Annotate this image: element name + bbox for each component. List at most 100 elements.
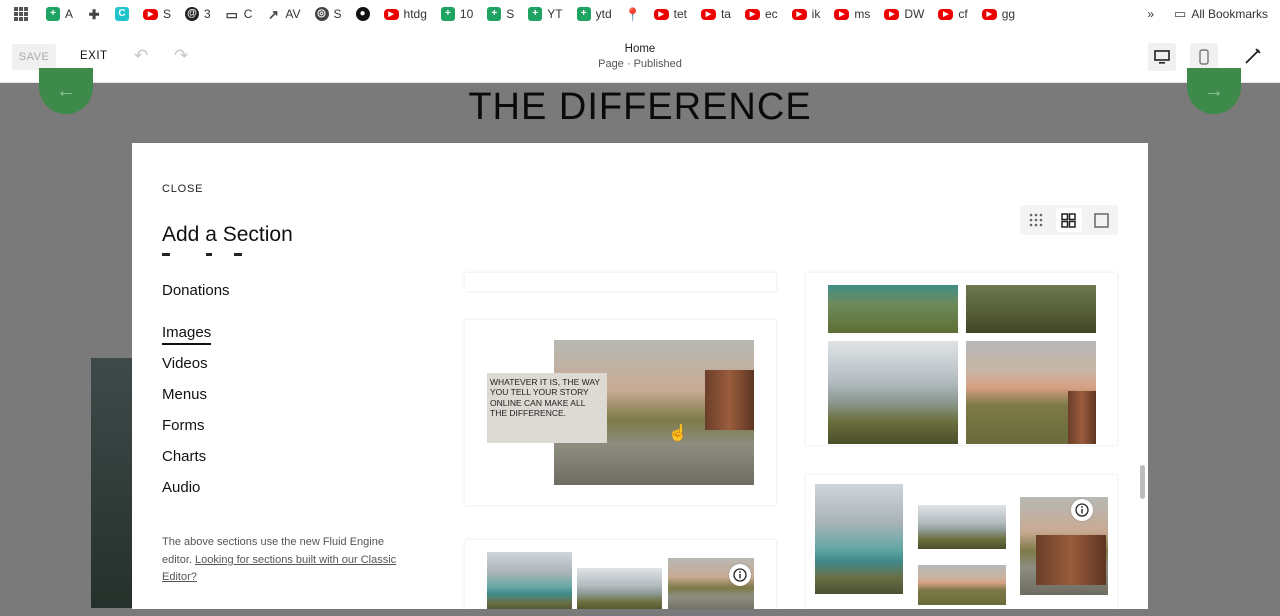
all-bookmarks-button[interactable]: ▭ All Bookmarks [1174,4,1268,24]
bookmark-16[interactable]: ▶ ta [700,4,731,24]
section-quote: Whatever it is, the way you tell your st… [487,373,607,443]
mountain-photo [577,568,662,609]
globe-icon: ◎ [314,7,329,21]
bookmark-14[interactable]: 📍 [624,4,641,24]
github-icon: ● [355,7,370,21]
bookmark-20[interactable]: ▶ DW [884,4,924,24]
desktop-view-icon[interactable] [1148,43,1176,71]
info-icon[interactable] [729,564,751,586]
category-donations[interactable]: Donations [162,280,230,311]
bookmark-label: C [243,7,253,21]
cabin-wall [705,370,754,430]
sheets-icon: + [576,7,591,21]
bookmark-6[interactable]: ↗ AV [266,4,301,24]
bookmark-10[interactable]: +10 [440,4,474,24]
bookmark-label: ik [811,7,821,21]
bookmark-9[interactable]: ▶ htdg [383,4,427,24]
bookmark-19[interactable]: ▶ ms [834,4,870,24]
bookmark-21[interactable]: ▶ cf [938,4,968,24]
layout-toggle [1020,205,1118,235]
threads-icon: @ [185,7,200,21]
bookmark-label: ytd [595,7,612,21]
bookmark-8[interactable]: ● [355,4,370,24]
bookmark-22[interactable]: ▶ gg [981,4,1016,24]
bookmark-13[interactable]: + ytd [576,4,612,24]
classic-editor-link[interactable]: Looking for sections built with our Clas… [162,554,396,584]
bookmark-4[interactable]: @3 [185,4,211,24]
medium-grid-icon[interactable] [1055,208,1082,232]
apps-grid-icon[interactable] [14,4,28,24]
sheets-icon: + [440,7,455,21]
youtube-icon: ▶ [383,8,399,20]
close-button[interactable]: CLOSE [162,183,203,195]
folder-icon: ▭ [225,6,238,22]
bookmark-3[interactable]: ▶ S [143,4,171,24]
bookmark-7[interactable]: ◎ S [314,4,342,24]
section-preview-card[interactable] [806,273,1117,445]
youtube-icon: ▶ [700,8,716,20]
section-preview-card[interactable] [806,475,1117,609]
bookmark-11[interactable]: + S [487,4,514,24]
category-charts[interactable]: Charts [162,446,230,477]
bookmark-label: htdg [403,7,427,21]
bookmark-5[interactable]: ▭ C [225,4,253,24]
paintbrush-icon[interactable] [1240,43,1266,69]
scrollbar[interactable] [1140,465,1145,499]
page-status: Page · Published [598,58,682,70]
sheets-icon: + [528,7,543,21]
category-videos[interactable]: Videos [162,353,230,384]
bookmark-0[interactable]: + A [46,4,73,24]
bookmark-17[interactable]: ▶ ec [744,4,778,24]
bookmark-label: S [506,7,515,21]
youtube-icon: ▶ [938,8,954,20]
pin-icon: 📍 [624,6,641,22]
redo-icon[interactable]: ↷ [174,46,188,66]
sheets-icon: + [46,7,60,21]
bookmark-18[interactable]: ▶ ik [791,4,821,24]
trend-icon: ↗ [267,6,279,22]
mountain-photo [918,505,1006,549]
undo-icon[interactable]: ↶ [134,46,148,66]
sheets-icon: + [487,7,502,21]
clipped-category [162,251,322,257]
info-icon[interactable] [1071,499,1093,521]
fluid-engine-note: The above sections use the new Fluid Eng… [162,534,412,587]
category-forms[interactable]: Forms [162,415,230,446]
bookmark-label: S [333,7,342,21]
mountain-photo [828,341,958,444]
modal-title: Add a Section [162,223,293,246]
lake-photo [815,484,903,594]
bookmark-label: 10 [459,7,474,21]
bookmark-label: ta [720,7,731,21]
category-audio[interactable]: Audio [162,477,230,508]
category-images[interactable]: Images [162,322,230,353]
category-list: Donations Images Videos Menus Forms Char… [162,280,230,508]
youtube-icon: ▶ [981,8,997,20]
section-preview-card[interactable]: Whatever it is, the way you tell your st… [465,320,776,505]
save-button[interactable]: SAVE [12,44,56,70]
small-grid-icon[interactable] [1023,208,1049,232]
cabin-wall [1068,391,1096,444]
field-photo [966,285,1096,333]
section-preview-card[interactable] [465,540,776,609]
all-bookmarks-label: All Bookmarks [1191,7,1268,21]
bookmark-label: gg [1001,7,1016,21]
add-section-modal: CLOSE Add a Section Donations Images Vid… [132,143,1148,609]
mobile-view-icon[interactable] [1190,43,1218,71]
bookmark-label: A [65,7,74,21]
bookmark-2[interactable]: C [115,4,130,24]
single-view-icon[interactable] [1089,208,1115,232]
bookmark-label: YT [547,7,563,21]
section-preview-card[interactable] [465,273,776,291]
bookmark-1[interactable]: ✚ [87,4,101,24]
exit-button[interactable]: EXIT [80,50,108,62]
bookmark-12[interactable]: + YT [528,4,563,24]
cabin-wall [1036,535,1106,585]
bookmarks-bar: + A ✚ C ▶ S @3 ▭ C ↗ AV ◎ S ● ▶ htdg +10 + S + YT + ytd 📍 ▶ tet ▶ t… [0,0,1280,28]
category-menus[interactable]: Menus [162,384,230,415]
pointer-cursor-icon: ☝ [668,425,688,442]
bookmark-label: AV [285,7,301,21]
bookmark-15[interactable]: ▶ tet [653,4,687,24]
bookmarks-overflow-button[interactable]: » [1147,7,1154,21]
canva-icon: C [115,7,130,21]
